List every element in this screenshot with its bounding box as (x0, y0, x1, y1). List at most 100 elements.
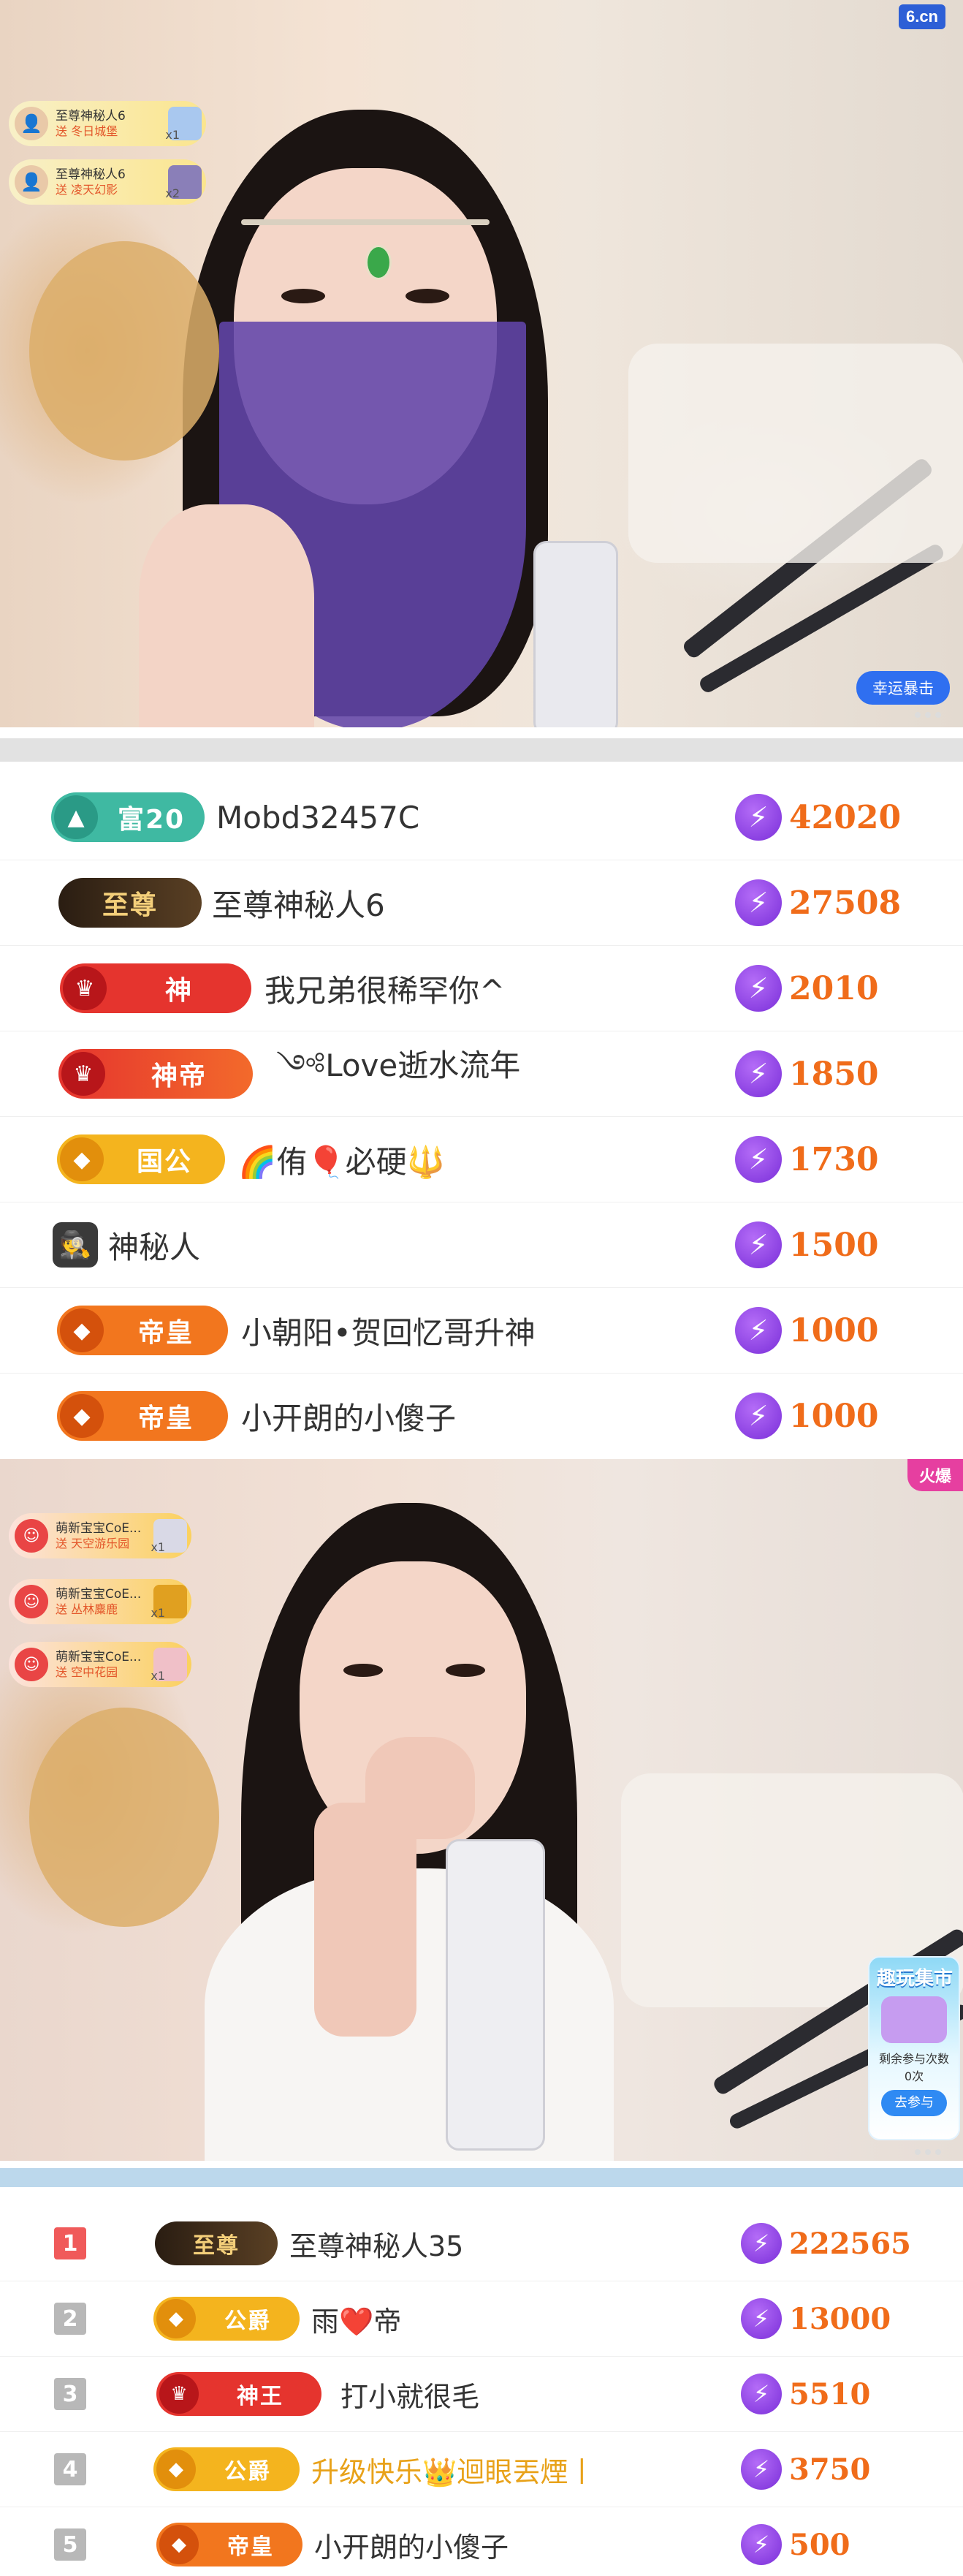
ranking-row[interactable]: ◆ 国公 🌈侑🎈必硬🔱 ⚡ 1730 (0, 1117, 963, 1202)
badge-label: 神帝 (151, 1061, 207, 1091)
badge-label: 神王 (237, 2384, 283, 2409)
badge-label: 帝皇 (227, 2534, 274, 2560)
ranking-row[interactable]: ◆ 帝皇 小开朗的小傻子 ⚡ 1000 (0, 1374, 963, 1458)
ranking-row[interactable]: 1 至尊 至尊神秘人35 ⚡ 222565 (0, 2206, 963, 2281)
score-value: 42020 (789, 798, 902, 836)
crown-icon: ♛ (61, 1052, 105, 1096)
lightning-icon: ⚡ (735, 1136, 782, 1183)
noble-badge: ♛ 神王 (156, 2372, 321, 2416)
noble-badge: ♛ 神帝 (58, 1049, 253, 1099)
ranking-row[interactable]: 🕵 神秘人 ⚡ 1500 (0, 1202, 963, 1288)
ranking-row[interactable]: 至尊 至尊神秘人6 ⚡ 27508 (0, 860, 963, 946)
gift-notification: ☺ 萌新宝宝CoE... 送 丛林麋鹿 x1 (9, 1579, 191, 1624)
promo-title: 趣玩集市 (877, 1968, 954, 1990)
user-name: 小朝阳•贺回忆哥升神 (241, 1314, 536, 1351)
noble-badge: ♛ 神 (60, 963, 251, 1013)
ranking-row[interactable]: 2 ◆ 公爵 雨❤️帝 ⚡ 13000 (0, 2281, 963, 2357)
gift-name: 送 冬日城堡 (56, 124, 118, 138)
contribution-score: ⚡ 42020 (735, 794, 943, 841)
promo-image (881, 1996, 947, 2043)
score-value: 13000 (789, 2301, 891, 2336)
score-value: 222565 (789, 2226, 911, 2261)
badge-label: 帝皇 (137, 1403, 194, 1433)
user-name: Mobd32457C (216, 799, 420, 836)
ranking-row[interactable]: 4 ◆ 公爵 升级快乐👑迴眼丟煙丨 ⚡ 3750 (0, 2432, 963, 2507)
score-value: 27508 (789, 884, 902, 922)
ranking-row[interactable]: ♛ 神 我兄弟很稀罕你^ ⚡ 2010 (0, 946, 963, 1031)
gift-count: x1 (151, 1606, 165, 1620)
badge-label: 帝皇 (137, 1318, 194, 1348)
noble-badge: ◆ 国公 (57, 1134, 225, 1184)
user-name: 至尊神秘人35 (289, 2230, 464, 2262)
live-stream-video-1[interactable]: 6.cn 👤 至尊神秘人6 送 冬日城堡 x1 👤 至尊神秘人6 送 凌天幻影 … (0, 0, 963, 727)
score-value: 2010 (789, 969, 879, 1007)
gift-count: x1 (165, 128, 180, 142)
participate-button[interactable]: 去参与 (881, 2090, 947, 2116)
rank-number: 1 (54, 2227, 86, 2259)
gift-notification: 👤 至尊神秘人6 送 冬日城堡 x1 (9, 101, 206, 146)
user-avatar: ☺ (15, 1585, 48, 1618)
rank-number: 2 (54, 2303, 86, 2335)
crown-icon: ♛ (159, 2374, 199, 2414)
diamond-icon: ◆ (159, 2525, 199, 2564)
user-name: 小开朗的小傻子 (314, 2531, 509, 2564)
fun-market-promo[interactable]: 趣玩集市 剩余参与次数 0次 去参与 (868, 1956, 960, 2140)
ranking-row[interactable]: ♛ 神帝 ༺Love逝水流年 ⚡ 1850 (0, 1031, 963, 1117)
user-name: 神秘人 (108, 1229, 201, 1265)
contribution-score: ⚡ 1000 (735, 1307, 943, 1354)
lightning-icon: ⚡ (735, 1221, 782, 1268)
contribution-score: ⚡ 13000 (741, 2298, 943, 2339)
user-name: 小开朗的小傻子 (241, 1400, 457, 1436)
crown-icon: ♛ (63, 966, 107, 1010)
diamond-icon: ◆ (156, 2299, 196, 2338)
contribution-score: ⚡ 222565 (741, 2223, 943, 2264)
rank-number: 3 (54, 2378, 86, 2410)
supreme-badge: 至尊 (58, 878, 202, 928)
divider (0, 738, 963, 762)
score-value: 1000 (789, 1311, 879, 1349)
gift-name: 送 空中花园 (56, 1664, 118, 1679)
live-stream-video-2[interactable]: 火爆 ☺ 萌新宝宝CoE... 送 天空游乐园 x1 ☺ 萌新宝宝CoE... … (0, 1459, 963, 2161)
lightning-icon: ⚡ (735, 794, 782, 841)
ranking-row[interactable]: ▲ 富20 Mobd32457C ⚡ 42020 (0, 775, 963, 860)
contribution-ranking-list: ▲ 富20 Mobd32457C ⚡ 42020 至尊 至尊神秘人6 ⚡ 275… (0, 775, 963, 1458)
lightning-icon: ⚡ (741, 2449, 782, 2490)
user-avatar: 👤 (15, 165, 48, 199)
level-icon: ▲ (54, 795, 98, 839)
gift-sender-name: 至尊神秘人6 (56, 108, 126, 124)
lightning-icon: ⚡ (741, 2223, 782, 2264)
lightning-icon: ⚡ (735, 1307, 782, 1354)
score-value: 1850 (789, 1055, 879, 1093)
gift-name: 送 丛林麋鹿 (56, 1602, 118, 1616)
gift-count: x1 (151, 1540, 165, 1554)
streamer-figure (0, 1459, 963, 2161)
contribution-score: ⚡ 27508 (735, 879, 943, 926)
rank-number: 5 (54, 2528, 86, 2561)
ranking-row[interactable]: 3 ♛ 神王 打小就很毛 ⚡ 5510 (0, 2357, 963, 2432)
contribution-score: ⚡ 5510 (741, 2374, 943, 2414)
gift-sender-name: 至尊神秘人6 (56, 167, 126, 182)
diamond-icon: ◆ (156, 2450, 196, 2489)
lucky-strike-button[interactable]: 幸运暴击 (856, 671, 950, 705)
noble-badge: ◆ 公爵 (153, 2297, 300, 2341)
user-name: ༺Love逝水流年 (276, 1047, 521, 1083)
ranking-row[interactable]: 5 ◆ 帝皇 小开朗的小傻子 ⚡ 500 (0, 2507, 963, 2576)
wealth-level-badge: ▲ 富20 (51, 792, 205, 842)
gift-count: x1 (151, 1669, 165, 1683)
diamond-icon: ◆ (60, 1308, 104, 1352)
promo-subtitle: 剩余参与次数 (878, 2052, 949, 2066)
noble-badge: ◆ 帝皇 (57, 1306, 228, 1355)
contribution-score: ⚡ 500 (741, 2524, 943, 2565)
noble-badge: ◆ 帝皇 (57, 1391, 228, 1441)
gift-notification: ☺ 萌新宝宝CoE... 送 天空游乐园 x1 (9, 1513, 191, 1558)
user-name: 我兄弟很稀罕你^ (264, 972, 506, 1009)
contribution-score: ⚡ 1500 (735, 1221, 943, 1268)
ranking-row[interactable]: ◆ 帝皇 小朝阳•贺回忆哥升神 ⚡ 1000 (0, 1288, 963, 1374)
supreme-badge: 至尊 (155, 2221, 278, 2265)
diamond-icon: ◆ (60, 1137, 104, 1181)
hot-badge[interactable]: 火爆 (907, 1459, 963, 1491)
site-logo[interactable]: 6.cn (898, 4, 945, 29)
gift-notification: 👤 至尊神秘人6 送 凌天幻影 x2 (9, 159, 206, 205)
contribution-score: ⚡ 3750 (741, 2449, 943, 2490)
score-value: 1730 (789, 1140, 879, 1178)
